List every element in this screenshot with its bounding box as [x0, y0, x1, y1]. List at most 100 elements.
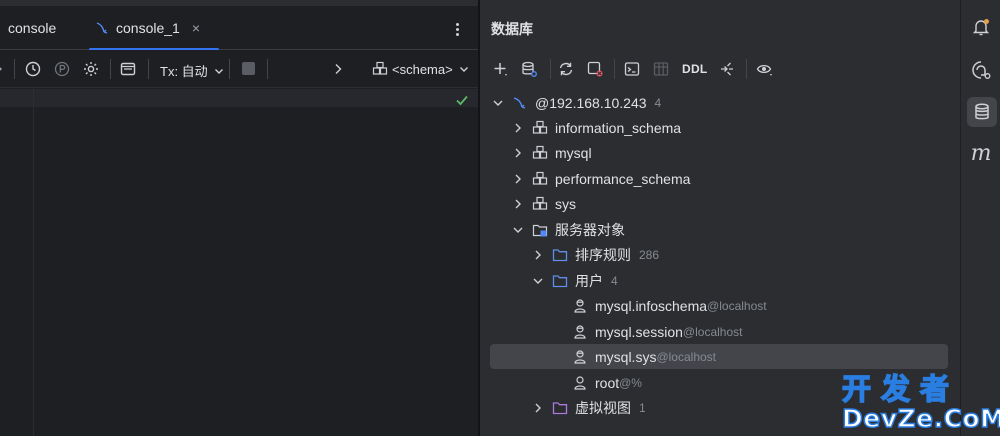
history-icon[interactable] [24, 60, 42, 78]
editor-toolbar: Tx: 自动 <schema> [0, 50, 478, 88]
ddl-button[interactable]: DDL [682, 62, 708, 76]
node-label: information_schema [555, 119, 682, 136]
mysql-icon [513, 96, 526, 109]
user-icon [574, 324, 586, 339]
editor-tab-bar: console console_1 × [0, 6, 478, 51]
tree-node-schema[interactable]: mysql [490, 140, 948, 165]
node-host: @% [619, 375, 642, 390]
jump-to-source-icon[interactable] [718, 60, 736, 78]
toolbar-divider [614, 59, 615, 79]
user-icon [574, 349, 586, 364]
m-icon: m [970, 140, 992, 166]
schema-icon [532, 145, 548, 159]
toolbar-divider [14, 59, 15, 79]
tree-node-folder[interactable]: 用户 4 [490, 268, 948, 293]
notifications-button[interactable] [969, 15, 993, 39]
chevron-down-icon[interactable] [492, 97, 504, 109]
check-icon [456, 95, 468, 106]
tab-console-1[interactable]: console_1 × [89, 6, 219, 51]
schema-selector[interactable]: <schema> [372, 61, 469, 77]
database-tool-button[interactable] [967, 97, 997, 127]
chevron-down-icon[interactable] [532, 275, 544, 287]
mysql-dolphin-icon [0, 20, 2, 36]
tree-node-server-objects[interactable]: 服务器对象 [490, 217, 948, 242]
tree-node-folder[interactable]: 排序规则 286 [490, 242, 948, 267]
tree-node-user[interactable]: mysql.infoschema @localhost [490, 293, 948, 318]
node-label: @192.168.10.243 [535, 94, 647, 111]
node-count: 286 [639, 247, 660, 262]
tab-console[interactable]: console [0, 6, 56, 50]
node-label: mysql.infoschema [595, 297, 708, 314]
toolbar-divider [229, 59, 230, 79]
transaction-mode-dropdown[interactable]: Tx: 自动 [160, 61, 224, 80]
node-label: 服务器对象 [555, 221, 625, 238]
schema-icon [372, 61, 388, 75]
output-icon[interactable] [119, 60, 137, 78]
ai-assistant-button[interactable] [969, 58, 993, 82]
console-icon[interactable] [623, 60, 641, 78]
chevron-down-icon [214, 68, 223, 74]
schema-icon [532, 196, 548, 210]
tool-window-title: 数据库 [491, 21, 533, 37]
toolbar-divider [746, 59, 747, 79]
chevron-right-icon[interactable] [512, 173, 524, 185]
node-host: @localhost [707, 298, 767, 313]
editor-pane: console console_1 × Tx: 自动 <schema> [0, 0, 478, 436]
schema-label: <schema> [392, 61, 453, 77]
explain-plan-icon[interactable] [53, 60, 71, 78]
schema-icon [532, 120, 548, 134]
stop-icon[interactable] [242, 62, 255, 75]
chevron-right-icon[interactable] [512, 198, 524, 210]
chevron-right-icon[interactable] [532, 249, 544, 261]
mysql-dolphin-icon [96, 22, 108, 34]
node-host: @localhost [682, 324, 743, 339]
stop-icon[interactable] [586, 60, 604, 78]
node-count: 1 [639, 400, 646, 415]
database-icon [975, 103, 989, 120]
node-label: 排序规则 [575, 246, 631, 263]
view-options-icon[interactable] [756, 60, 774, 78]
tree-node-datasource[interactable]: @192.168.10.243 4 [490, 90, 948, 115]
node-label: 虚拟视图 [575, 399, 631, 416]
user-icon [574, 298, 586, 313]
tree-node-schema[interactable]: information_schema [490, 115, 948, 140]
watermark-cn: 开发者 [841, 371, 960, 407]
data-source-properties-icon[interactable] [520, 60, 538, 78]
refresh-icon[interactable] [557, 60, 575, 78]
chevron-right-icon[interactable] [512, 147, 524, 159]
node-label: mysql.session [595, 323, 683, 340]
tab-label: console_1 [116, 20, 180, 36]
tree-node-schema[interactable]: sys [490, 191, 948, 216]
node-label: mysql [555, 144, 592, 161]
ai-assistant-icon [972, 61, 991, 79]
line-gutter [0, 88, 34, 436]
chevron-down-icon[interactable] [512, 224, 524, 236]
settings-icon[interactable] [82, 60, 100, 78]
node-label: sys [555, 195, 576, 212]
chevron-down-icon [459, 67, 468, 72]
chevron-right-icon[interactable] [512, 122, 524, 134]
play-icon[interactable] [0, 60, 10, 78]
tab-label: console [8, 20, 57, 36]
node-label: root [595, 374, 620, 391]
watermark-logo: 开发者 DevZe.CoM [841, 366, 1000, 434]
m-tool-button[interactable]: m [969, 140, 993, 166]
add-icon[interactable] [492, 60, 510, 78]
chevron-right-icon[interactable] [532, 402, 544, 414]
tx-label: Tx: 自动 [160, 64, 208, 79]
close-icon[interactable]: × [192, 20, 200, 36]
node-count: 4 [654, 95, 662, 110]
watermark-en: DevZe.CoM [841, 403, 1000, 434]
node-label: performance_schema [555, 170, 691, 187]
user-icon [574, 375, 586, 390]
tree-node-user[interactable]: mysql.session @localhost [490, 319, 948, 344]
table-icon[interactable] [652, 60, 670, 78]
database-toolbar: DDL [480, 56, 960, 82]
folder-purple-icon [552, 401, 568, 414]
folder-icon [552, 248, 568, 261]
tree-node-schema[interactable]: performance_schema [490, 166, 948, 191]
chevron-right-icon[interactable] [329, 60, 347, 78]
node-label: mysql.sys [595, 348, 657, 365]
server-objects-icon [532, 224, 548, 236]
more-options-icon[interactable] [450, 23, 464, 37]
